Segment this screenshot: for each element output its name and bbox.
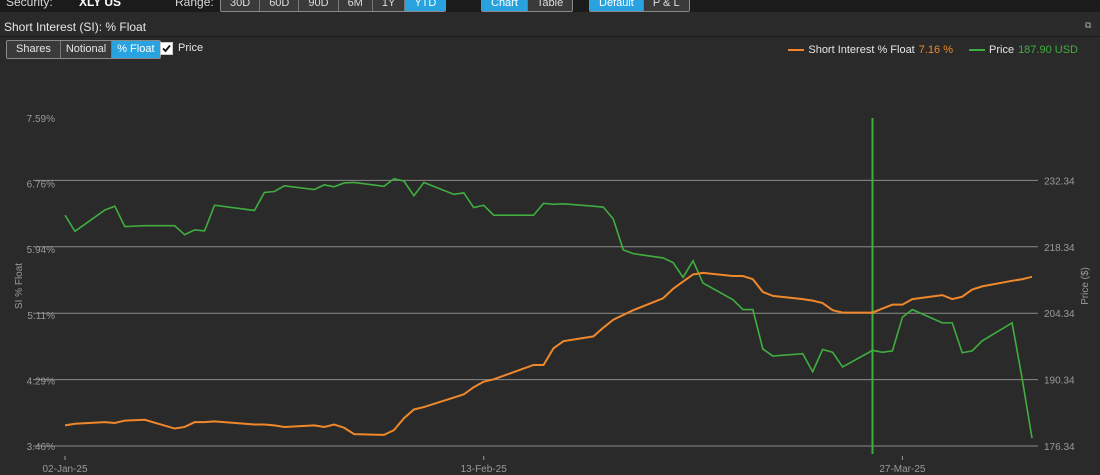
si-chart[interactable]: 7.59% 6.76% 5.94% 5.11% 4.29% 3.46% 232.34 218.… xyxy=(0,100,1100,475)
y2-tick-label: 232.34 xyxy=(1044,176,1075,187)
y-tick-label: 5.94% xyxy=(27,245,55,256)
range-option-90d[interactable]: 90D xyxy=(299,0,339,11)
y-tick-label: 3.46% xyxy=(27,442,55,453)
mode-selector[interactable]: Default P & L xyxy=(589,0,690,12)
range-label: Range: xyxy=(175,0,214,9)
view-option-chart[interactable]: Chart xyxy=(482,0,528,11)
y2-tick-label: 190.34 xyxy=(1044,376,1075,387)
price-checkbox-label: Price xyxy=(178,42,204,54)
y-tick-label: 5.11% xyxy=(27,311,55,322)
restore-window-icon[interactable]: ⧉ xyxy=(1085,20,1094,30)
title-divider xyxy=(0,36,1100,37)
y2-tick-label: 176.34 xyxy=(1044,442,1075,453)
checkmark-icon xyxy=(162,44,171,53)
security-label: Security: xyxy=(6,0,53,9)
price-series-line xyxy=(64,177,1033,439)
measure-option-notional[interactable]: Notional xyxy=(60,41,113,58)
price-legend-swatch xyxy=(969,49,985,51)
range-selector[interactable]: 30D 60D 90D 6M 1Y YTD xyxy=(220,0,447,12)
security-value[interactable]: XLY US xyxy=(79,0,121,9)
range-option-30d[interactable]: 30D xyxy=(221,0,261,11)
measure-selector[interactable]: Shares Notional% Float xyxy=(6,40,161,59)
panel-title: Short Interest (SI): % Float xyxy=(4,20,147,34)
view-option-table[interactable]: Table xyxy=(527,0,573,11)
measure-option-float[interactable]: % Float xyxy=(112,41,160,58)
mode-option-default[interactable]: Default xyxy=(590,0,644,11)
si-legend-value: 7.16 % xyxy=(918,44,953,56)
range-option-60d[interactable]: 60D xyxy=(260,0,300,11)
y2-tick-label: 218.34 xyxy=(1044,243,1075,254)
x-tick-label: 27-Mar-25 xyxy=(879,464,926,475)
mode-option-p-l[interactable]: P & L xyxy=(643,0,689,11)
y-tick-label: 4.29% xyxy=(27,376,55,387)
y-tick-label: 7.59% xyxy=(27,114,55,125)
measure-option-shares[interactable]: Shares xyxy=(7,41,61,58)
y-tick-label: 6.76% xyxy=(27,180,55,191)
si-legend-label: Short Interest % Float xyxy=(808,44,915,56)
range-option-1y[interactable]: 1Y xyxy=(372,0,406,11)
price-checkbox[interactable] xyxy=(160,42,173,55)
y2-axis-label: Price ($) xyxy=(1080,267,1091,305)
y-axis-label: SI % Float xyxy=(14,263,25,309)
price-legend-value: 187.90 USD xyxy=(1018,44,1078,56)
view-selector[interactable]: Chart Table xyxy=(481,0,574,12)
chart-legend: Short Interest % Float 7.16 % Price 187.… xyxy=(788,44,1078,56)
top-toolbar: Security: XLY US Range: 30D 60D 90D 6M 1Y YTD… xyxy=(0,0,1100,12)
si-legend-swatch xyxy=(788,49,805,51)
range-option-6m[interactable]: 6M xyxy=(338,0,373,11)
price-legend-label: Price xyxy=(989,44,1015,56)
y2-tick-label: 204.34 xyxy=(1044,309,1075,320)
x-tick-label: 13-Feb-25 xyxy=(461,464,508,475)
x-tick-label: 02-Jan-25 xyxy=(42,464,87,475)
range-option-ytd[interactable]: YTD xyxy=(405,0,446,11)
si-series-line xyxy=(64,271,1033,436)
